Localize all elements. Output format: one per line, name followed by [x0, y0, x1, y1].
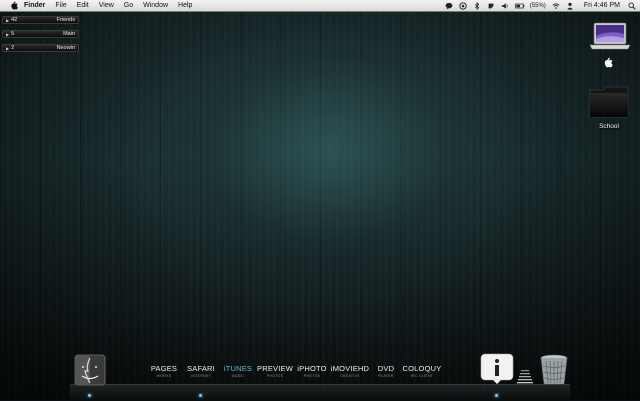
menu-extras: (55%) Fri 4:46 PM	[439, 0, 636, 11]
menu-view[interactable]: View	[99, 2, 114, 9]
apple-logo-icon	[604, 57, 613, 68]
volume-icon[interactable]	[501, 2, 509, 10]
menu-window[interactable]: Window	[143, 2, 168, 9]
sync-status-icon[interactable]	[459, 1, 467, 10]
dock-item-label: COLOQUY	[402, 364, 442, 373]
menu-go[interactable]: Go	[124, 2, 133, 9]
widget-label: Friends	[56, 17, 75, 23]
dock-shelf	[70, 384, 570, 401]
expand-triangle-icon: ▶	[6, 17, 10, 23]
widget-bar-neowin[interactable]: ▶ 2 Neowin	[2, 44, 79, 52]
chat-status-icon[interactable]	[445, 2, 453, 10]
menu-clock[interactable]: Fri 4:46 PM	[584, 2, 620, 9]
dock-item-sublabel: PLAYER	[378, 374, 394, 378]
apple-menu-icon[interactable]	[10, 1, 18, 10]
dock-item-sublabel: PHOTOS	[266, 374, 284, 378]
dock-item-label: iPHOTO	[297, 364, 327, 373]
widget-label: Neowin	[56, 45, 75, 51]
menu-edit[interactable]: Edit	[77, 2, 89, 9]
dock-item-sublabel: PHOTOS	[303, 374, 321, 378]
dock-item-pages[interactable]: PAGES WORKS	[145, 364, 183, 378]
widget-label: Main	[63, 31, 75, 37]
menu-bar: Finder File Edit View Go Window Help (55…	[0, 0, 640, 12]
stack-icon[interactable]	[515, 368, 535, 386]
dock-item-safari[interactable]: SAFARI INTERNET	[183, 364, 219, 378]
dock-item-sublabel: INTERNET	[191, 374, 211, 378]
time-machine-icon[interactable]	[487, 2, 495, 10]
bluetooth-icon[interactable]	[473, 1, 481, 10]
battery-icon[interactable]	[515, 2, 525, 10]
dock-item-sublabel: IRC CLIENT	[410, 374, 434, 378]
dock-item-itunes[interactable]: iTUNES MUSIC	[221, 364, 255, 378]
dock-item-label: PREVIEW	[257, 364, 293, 373]
dock-item-label: DVD	[377, 364, 395, 373]
menu-help[interactable]: Help	[178, 2, 192, 9]
battery-percent: (55%)	[529, 2, 546, 9]
dock-item-iphoto[interactable]: iPHOTO PHOTOS	[296, 364, 328, 378]
widget-count: 42	[11, 17, 18, 23]
widget-bar-main[interactable]: ▶ 5 Main	[2, 30, 79, 38]
finder-running-indicator	[88, 394, 91, 397]
widget-bar-friends[interactable]: ▶ 42 Friends	[2, 16, 79, 24]
dock-item-label: iTUNES	[223, 364, 253, 373]
dock-item-sublabel: CREATIVE	[340, 374, 360, 378]
hard-drive-laptop-icon[interactable]	[589, 22, 631, 52]
finder-icon[interactable]	[74, 354, 106, 386]
dock-item-preview[interactable]: PREVIEW PHOTOS	[256, 364, 294, 378]
expand-triangle-icon: ▶	[6, 31, 10, 37]
safari-running-indicator	[199, 394, 202, 397]
dock-item-sublabel: WORKS	[156, 374, 172, 378]
dock-item-sublabel: MUSIC	[231, 374, 245, 378]
dock-item-coloquy[interactable]: COLOQUY IRC CLIENT	[402, 364, 442, 378]
folder-label-school[interactable]: School	[584, 123, 634, 130]
menu-file[interactable]: File	[55, 2, 66, 9]
spotlight-search-icon[interactable]	[628, 2, 636, 10]
dock-item-imoviehd[interactable]: iMOVIEHD CREATIVE	[329, 364, 371, 378]
folder-icon[interactable]	[588, 85, 630, 119]
expand-triangle-icon: ▶	[6, 45, 10, 51]
menu-app-name[interactable]: Finder	[24, 2, 45, 9]
dock-item-label: iMOVIEHD	[330, 364, 370, 373]
wallpaper-vignette	[0, 0, 640, 400]
wifi-icon[interactable]	[552, 2, 560, 10]
user-icon[interactable]	[566, 2, 574, 10]
info-icon[interactable]	[480, 353, 514, 385]
info-running-indicator	[495, 394, 498, 397]
dock-item-label: SAFARI	[187, 364, 215, 373]
widget-count: 5	[11, 31, 15, 37]
trash-icon[interactable]	[538, 354, 570, 386]
dock-item-label: PAGES	[150, 364, 178, 373]
widget-count: 2	[11, 45, 15, 51]
dock-item-dvd[interactable]: DVD PLAYER	[372, 364, 400, 378]
